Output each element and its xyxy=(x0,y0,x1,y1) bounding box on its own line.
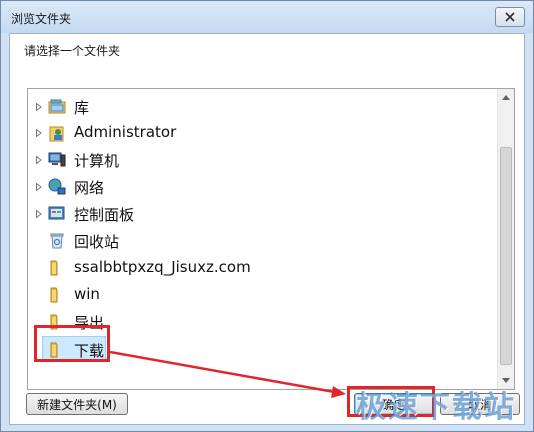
close-button[interactable] xyxy=(495,7,525,27)
tree-item-recycle-bin[interactable]: 回收站 xyxy=(28,229,488,253)
tree-item-folder[interactable]: win xyxy=(28,283,488,307)
user-folder-icon xyxy=(48,124,66,142)
title-bar[interactable]: 浏览文件夹 xyxy=(1,1,533,33)
expand-arrow-icon[interactable] xyxy=(34,102,44,112)
dialog-body: 请选择一个文件夹 库 Administrator 计算机 网络 控制面板 回收站… xyxy=(9,33,525,425)
tree-item-label: win xyxy=(74,285,100,303)
folder-icon xyxy=(48,341,66,359)
tree-item-folder[interactable]: 导出 xyxy=(28,310,488,334)
watermark-logo: 极速下载站 xyxy=(356,390,516,425)
tree-item-label: 控制面板 xyxy=(74,206,135,224)
vertical-scrollbar[interactable] xyxy=(497,89,514,389)
recycle-bin-icon xyxy=(48,232,66,250)
folder-icon xyxy=(48,313,66,331)
tree-item-label: 导出 xyxy=(74,314,105,332)
folder-icon xyxy=(48,259,66,277)
close-icon xyxy=(505,12,515,22)
tree-item-label: 网络 xyxy=(74,179,105,197)
control-panel-icon xyxy=(48,205,66,223)
tree-item-label: ssalbbtpxzq_Jisuxz.com xyxy=(74,258,251,276)
expand-arrow-icon[interactable] xyxy=(34,209,44,219)
chevron-up-icon xyxy=(502,95,510,100)
library-icon xyxy=(48,98,66,116)
folder-tree[interactable]: 库 Administrator 计算机 网络 控制面板 回收站 ssalbbtp… xyxy=(27,88,515,390)
scroll-up-button[interactable] xyxy=(498,89,514,106)
tree-item-folder-selected[interactable]: 下载 xyxy=(28,336,488,362)
tree-item-administrator[interactable]: Administrator xyxy=(28,121,488,145)
dialog-title: 浏览文件夹 xyxy=(11,12,72,26)
network-icon xyxy=(48,178,66,196)
tree-item-label: 回收站 xyxy=(74,233,120,251)
folder-icon xyxy=(48,286,66,304)
new-folder-button[interactable]: 新建文件夹(M) xyxy=(26,393,128,415)
computer-icon xyxy=(48,151,66,169)
tree-item-computer[interactable]: 计算机 xyxy=(28,148,488,172)
expand-arrow-icon[interactable] xyxy=(34,128,44,138)
tree-item-label: 下载 xyxy=(74,342,105,360)
tree-item-label: 计算机 xyxy=(74,152,120,170)
browse-folder-dialog: 浏览文件夹 请选择一个文件夹 库 Administrator 计算机 网络 控制… xyxy=(0,0,534,432)
tree-item-folder[interactable]: ssalbbtpxzq_Jisuxz.com xyxy=(28,256,488,280)
tree-item-label: Administrator xyxy=(74,123,177,141)
tree-item-control-panel[interactable]: 控制面板 xyxy=(28,202,488,226)
scroll-thumb[interactable] xyxy=(500,147,512,365)
prompt-text: 请选择一个文件夹 xyxy=(24,44,121,58)
tree-item-network[interactable]: 网络 xyxy=(28,175,488,199)
expand-arrow-icon[interactable] xyxy=(34,182,44,192)
tree-item-library[interactable]: 库 xyxy=(28,95,488,119)
expand-arrow-icon[interactable] xyxy=(34,155,44,165)
tree-item-label: 库 xyxy=(74,99,90,117)
